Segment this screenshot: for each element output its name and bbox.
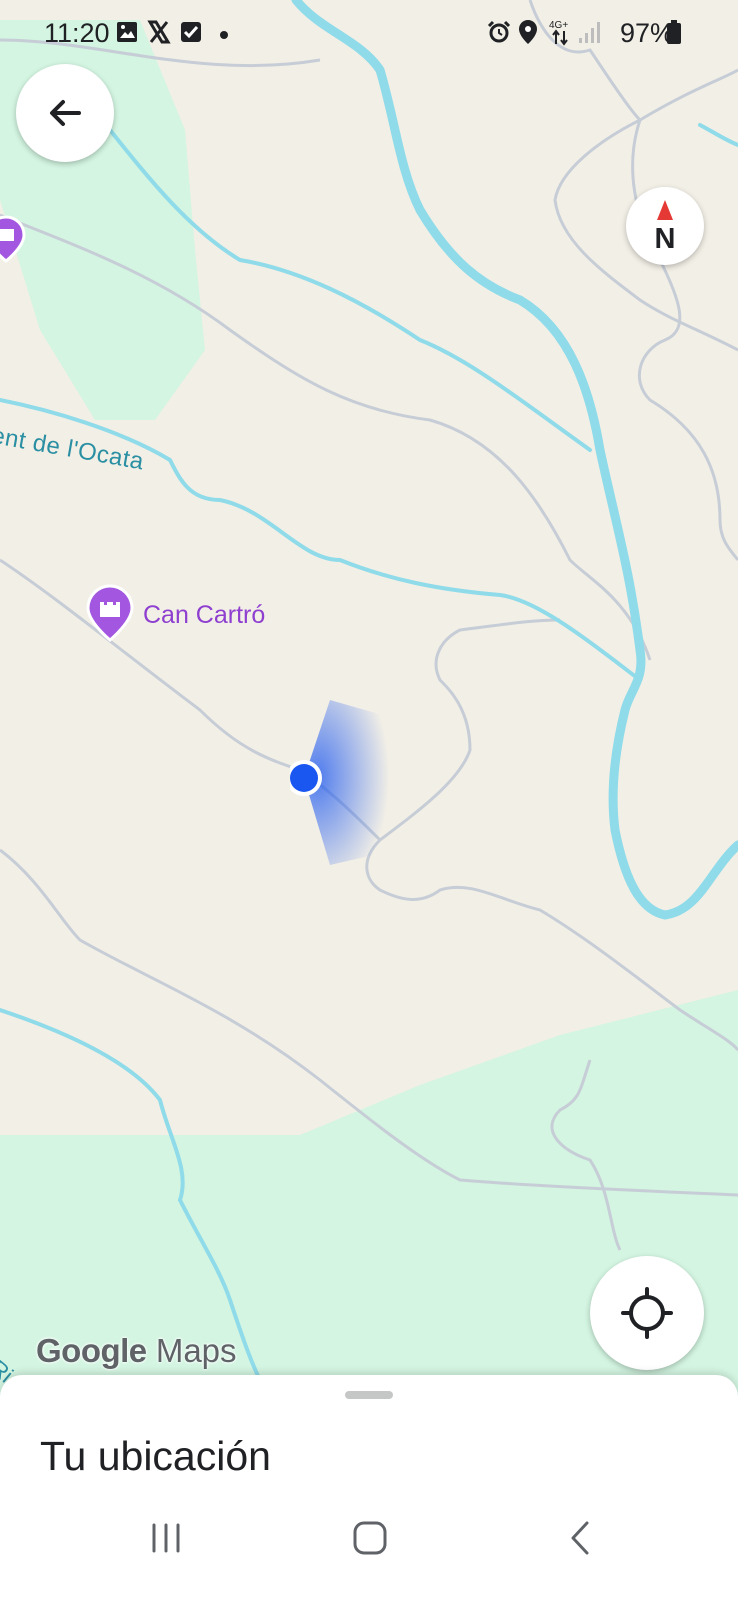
compass-icon bbox=[657, 200, 673, 220]
recent-apps-button[interactable] bbox=[126, 1508, 206, 1568]
network-type: 4G+ bbox=[549, 20, 568, 31]
home-icon bbox=[353, 1521, 387, 1555]
crosshair-icon bbox=[621, 1287, 673, 1339]
back-icon bbox=[571, 1521, 589, 1555]
watermark-product: Maps bbox=[155, 1332, 237, 1369]
my-location-marker bbox=[290, 700, 400, 865]
compass-north-label: N bbox=[654, 223, 676, 255]
my-location-button[interactable] bbox=[590, 1256, 704, 1370]
castle-pin-icon[interactable] bbox=[86, 584, 134, 644]
home-button[interactable] bbox=[330, 1508, 410, 1568]
checkbox-icon bbox=[181, 22, 201, 42]
poi-pin-icon[interactable] bbox=[0, 215, 26, 265]
arrow-left-icon bbox=[50, 100, 81, 126]
status-bar: 11:20 4G+ 97% bbox=[0, 0, 738, 70]
sheet-drag-handle[interactable] bbox=[345, 1391, 393, 1399]
battery-icon bbox=[667, 20, 681, 44]
sheet-title: Tu ubicación bbox=[40, 1433, 271, 1479]
location-pin-icon bbox=[519, 20, 537, 44]
dot-icon bbox=[220, 31, 228, 39]
recent-apps-icon bbox=[152, 1523, 180, 1553]
x-app-icon bbox=[147, 20, 171, 44]
signal-icon bbox=[579, 22, 600, 43]
google-maps-watermark: Google Maps bbox=[36, 1332, 237, 1370]
gallery-icon bbox=[117, 22, 137, 42]
back-button[interactable] bbox=[16, 64, 114, 162]
status-time: 11:20 bbox=[44, 18, 110, 48]
watermark-brand: Google bbox=[36, 1332, 147, 1369]
data-arrows-icon: 4G+ bbox=[549, 20, 568, 46]
alarm-icon bbox=[487, 20, 511, 43]
system-nav-bar bbox=[0, 1480, 738, 1600]
poi-label-can-cartro[interactable]: Can Cartró bbox=[143, 601, 265, 630]
nav-back-button[interactable] bbox=[540, 1508, 620, 1568]
compass-button[interactable]: N bbox=[626, 187, 704, 265]
